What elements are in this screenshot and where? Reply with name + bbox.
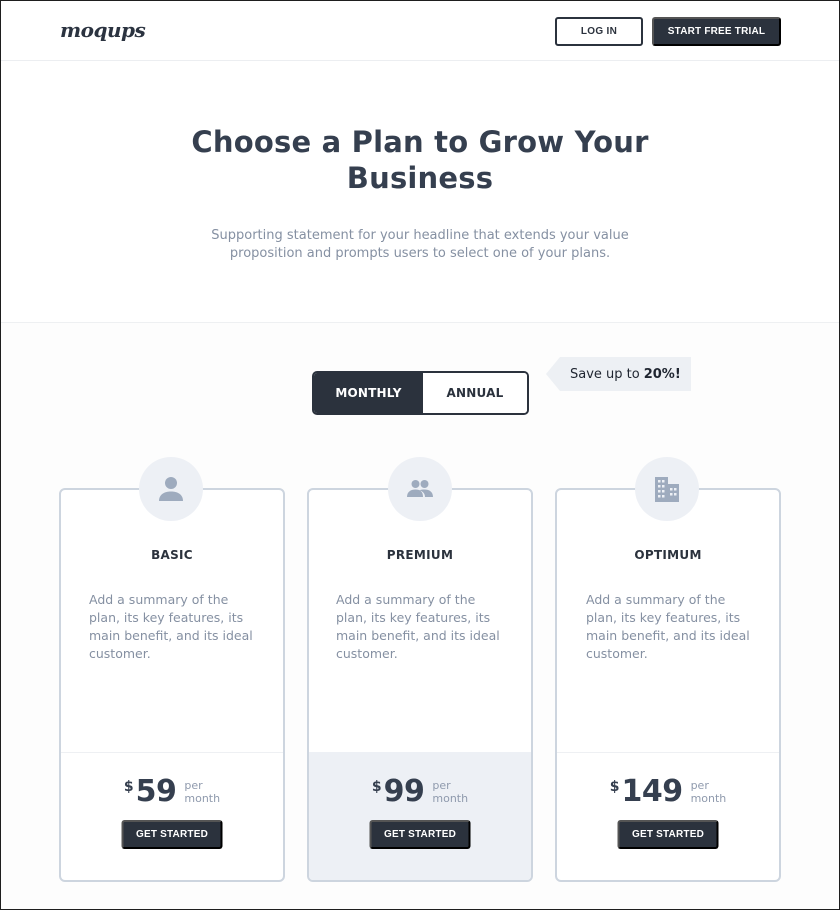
price-period-line2: month [432, 792, 469, 805]
plan-card-optimum: OPTIMUM Add a summary of the plan, its k… [555, 488, 781, 882]
price-currency: $ [123, 779, 134, 795]
price-currency: $ [371, 779, 382, 795]
plan-icon-circle-basic [139, 457, 203, 521]
price-amount: 99 [383, 774, 425, 809]
plan-icon-circle-premium [388, 457, 452, 521]
plan-price: $ 149 per month [557, 775, 779, 809]
plan-card-premium: PREMIUM Add a summary of the plan, its k… [307, 488, 533, 882]
plan-card-basic: BASIC Add a summary of the plan, its key… [59, 488, 285, 882]
price-period: per month [432, 779, 468, 805]
plan-name: PREMIUM [386, 548, 454, 562]
plan-summary: Add a summary of the plan, its key featu… [336, 592, 500, 661]
price-amount: 149 [621, 774, 683, 809]
page-title: Choose a Plan to Grow Your Business [191, 125, 649, 195]
get-started-button-basic[interactable]: GET STARTED [121, 820, 223, 849]
plan-price: $ 59 per month [61, 775, 283, 809]
plan-name: OPTIMUM [634, 548, 702, 562]
get-started-button-premium[interactable]: GET STARTED [369, 820, 471, 849]
page-subtitle: Supporting statement for your headline t… [211, 228, 629, 261]
building-icon [655, 477, 679, 502]
price-period-line1: per [184, 779, 203, 792]
price-period-line1: per [432, 779, 451, 792]
logo[interactable]: moqups [60, 18, 146, 42]
plan-price: $ 99 per month [309, 775, 531, 809]
plan-icon-circle-optimum [635, 457, 699, 521]
plan-footer: $ 59 per month GET STARTED [61, 752, 283, 880]
billing-period-toggle: MONTHLY ANNUAL [312, 371, 529, 415]
top-navigation: moqups LOG IN START FREE TRIAL [0, 0, 840, 61]
user-icon [159, 477, 183, 501]
toggle-option-monthly[interactable]: MONTHLY [314, 373, 423, 413]
plan-footer: $ 149 per month GET STARTED [557, 752, 779, 880]
badge-body: Save up to 20%! [560, 357, 691, 391]
badge-highlight: 20%! [643, 366, 681, 382]
users-icon [407, 480, 433, 497]
price-period-line2: month [690, 792, 727, 805]
price-period-line1: per [690, 779, 709, 792]
price-period: per month [691, 779, 727, 805]
price-amount: 59 [135, 774, 177, 809]
plan-summary: Add a summary of the plan, its key featu… [89, 592, 253, 661]
toggle-option-annual[interactable]: ANNUAL [423, 373, 527, 413]
plan-summary: Add a summary of the plan, its key featu… [586, 592, 750, 661]
price-period-line2: month [184, 792, 221, 805]
start-free-trial-button[interactable]: START FREE TRIAL [652, 17, 781, 46]
login-button[interactable]: LOG IN [555, 17, 643, 46]
badge-pointer [546, 357, 560, 391]
get-started-button-optimum[interactable]: GET STARTED [617, 820, 719, 849]
plan-name: BASIC [151, 548, 193, 562]
price-currency: $ [609, 779, 620, 795]
badge-text: Save up to [570, 366, 640, 382]
plan-footer: $ 99 per month GET STARTED [309, 752, 531, 880]
price-period: per month [184, 779, 220, 805]
